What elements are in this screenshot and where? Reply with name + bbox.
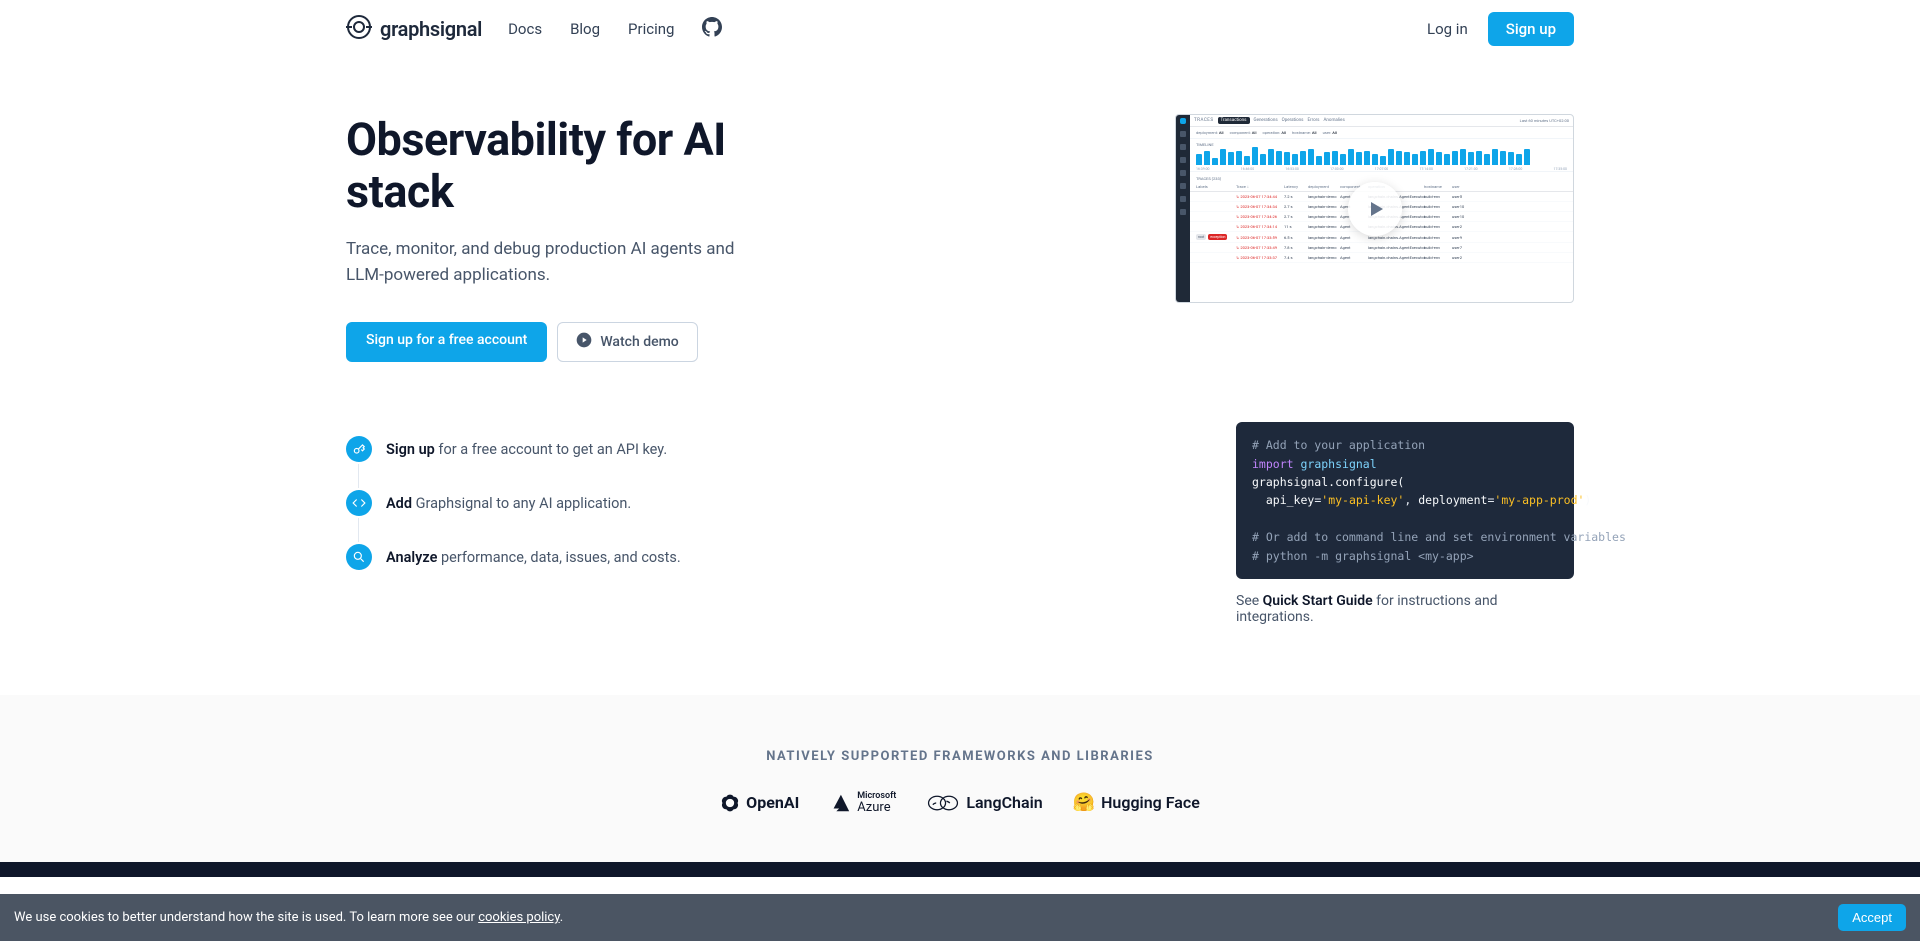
watch-demo-label: Watch demo bbox=[600, 334, 678, 350]
framework-azure: Microsoft Azure bbox=[829, 792, 896, 814]
framework-huggingface: 🤗 Hugging Face bbox=[1073, 792, 1200, 813]
quick-start-link[interactable]: Quick Start Guide bbox=[1263, 593, 1373, 609]
cookie-accept-button[interactable]: Accept bbox=[1838, 904, 1906, 931]
cookie-banner: We use cookies to better understand how … bbox=[0, 894, 1920, 941]
hero-watch-demo-button[interactable]: Watch demo bbox=[557, 322, 697, 362]
play-overlay bbox=[1176, 115, 1573, 302]
step-text: Analyze performance, data, issues, and c… bbox=[386, 549, 681, 566]
huggingface-icon: 🤗 bbox=[1073, 792, 1095, 813]
frameworks-heading: NATIVELY SUPPORTED FRAMEWORKS AND LIBRAR… bbox=[0, 749, 1920, 764]
openai-icon bbox=[720, 793, 740, 813]
hero-title: Observability for AI stack bbox=[346, 114, 836, 218]
hero-subtitle: Trace, monitor, and debug production AI … bbox=[346, 236, 776, 289]
play-circle-icon bbox=[576, 332, 592, 352]
demo-video-thumbnail[interactable]: TRACES Transactions Generations Operatio… bbox=[1175, 114, 1574, 303]
step-item: Add Graphsignal to any AI application. bbox=[346, 476, 866, 530]
search-icon bbox=[346, 544, 372, 570]
cookie-text: We use cookies to better understand how … bbox=[14, 910, 563, 925]
site-header: graphsignal Docs Blog Pricing Log in Sig… bbox=[0, 0, 1920, 50]
framework-openai: OpenAI bbox=[720, 793, 799, 813]
login-link[interactable]: Log in bbox=[1427, 20, 1468, 38]
getting-started-section: Sign up for a free account to get an API… bbox=[346, 422, 1574, 695]
step-text: Sign up for a free account to get an API… bbox=[386, 441, 667, 458]
framework-label: LangChain bbox=[966, 793, 1042, 812]
nav-pricing[interactable]: Pricing bbox=[628, 20, 674, 38]
code-snippet: # Add to your application import graphsi… bbox=[1236, 422, 1574, 579]
frameworks-section: NATIVELY SUPPORTED FRAMEWORKS AND LIBRAR… bbox=[0, 695, 1920, 862]
framework-label: OpenAI bbox=[746, 793, 799, 812]
code-icon bbox=[346, 490, 372, 516]
play-icon bbox=[1348, 182, 1402, 236]
step-item: Sign up for a free account to get an API… bbox=[346, 422, 866, 476]
code-caption: See Quick Start Guide for instructions a… bbox=[1236, 593, 1574, 625]
nav-blog[interactable]: Blog bbox=[570, 20, 600, 38]
azure-icon bbox=[829, 792, 851, 814]
logo-mark-icon bbox=[346, 14, 372, 44]
key-icon bbox=[346, 436, 372, 462]
hero-section: Observability for AI stack Trace, monito… bbox=[346, 50, 1574, 422]
framework-langchain: LangChain bbox=[926, 793, 1042, 812]
steps-list: Sign up for a free account to get an API… bbox=[346, 422, 866, 625]
signup-button[interactable]: Sign up bbox=[1488, 12, 1574, 46]
cookies-policy-link[interactable]: cookies policy bbox=[478, 910, 560, 925]
github-icon bbox=[702, 17, 722, 37]
github-link[interactable] bbox=[702, 17, 722, 41]
step-item: Analyze performance, data, issues, and c… bbox=[346, 530, 866, 584]
brand-name: graphsignal bbox=[380, 17, 482, 41]
langchain-icon bbox=[926, 794, 960, 812]
brand-logo[interactable]: graphsignal bbox=[346, 14, 482, 44]
primary-nav: Docs Blog Pricing bbox=[508, 17, 722, 41]
step-text: Add Graphsignal to any AI application. bbox=[386, 495, 631, 512]
footer-strip bbox=[0, 862, 1920, 877]
hero-signup-button[interactable]: Sign up for a free account bbox=[346, 322, 547, 362]
framework-label: Hugging Face bbox=[1101, 793, 1200, 812]
nav-docs[interactable]: Docs bbox=[508, 20, 542, 38]
